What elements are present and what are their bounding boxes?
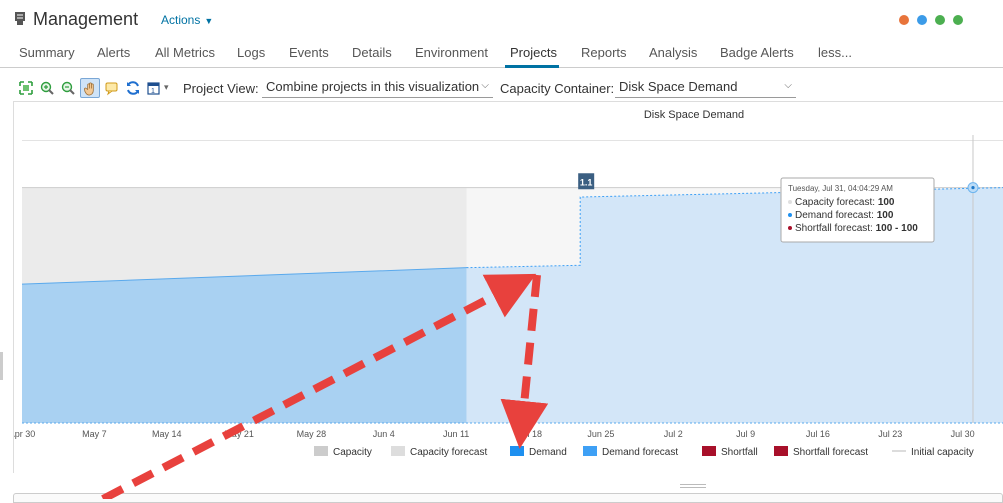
- demand-area: [22, 267, 467, 423]
- legend-item-capacity-forecast: Capacity forecast: [410, 447, 487, 458]
- tooltip-dot: [788, 200, 792, 204]
- project-view-value: Combine projects in this visualization: [266, 79, 480, 94]
- refresh-icon[interactable]: [125, 80, 141, 96]
- tab-badge-alerts[interactable]: Badge Alerts: [720, 45, 794, 60]
- chevron-down-icon: ⌵: [481, 80, 489, 91]
- tab-summary[interactable]: Summary: [19, 45, 75, 60]
- tooltip-row-1: Capacity forecast: 100: [795, 197, 895, 208]
- legend-item-capacity: Capacity: [333, 447, 372, 458]
- server-icon: [15, 12, 25, 25]
- efficiency-status-icon: [935, 15, 945, 25]
- legend-swatch: [314, 446, 328, 456]
- tab-all-metrics[interactable]: All Metrics: [155, 45, 215, 60]
- tab-projects[interactable]: Projects: [510, 45, 557, 60]
- legend-swatch: [583, 446, 597, 456]
- left-panel-resize-handle[interactable]: [0, 352, 3, 380]
- tooltip-row-label: Shortfall forecast:: [795, 223, 876, 234]
- tab-events[interactable]: Events: [289, 45, 329, 60]
- x-tick-label: May 7: [82, 429, 107, 439]
- tooltip-row-3: Shortfall forecast: 100 - 100: [795, 223, 918, 234]
- x-tick-label: May 14: [152, 429, 182, 439]
- legend-swatch: [774, 446, 788, 456]
- x-tick-label: Jun 4: [373, 429, 395, 439]
- capacity-container-label: Capacity Container:: [500, 81, 615, 96]
- legend-item-shortfall-forecast: Shortfall forecast: [793, 447, 868, 458]
- x-tick-label: Jun 18: [515, 429, 542, 439]
- x-tick-label: Apr 30: [14, 429, 35, 439]
- bottom-panel: [13, 493, 1003, 503]
- page-title: Management: [33, 9, 139, 29]
- legend-item-shortfall: Shortfall: [721, 447, 758, 458]
- annotation-label: 1.1: [580, 177, 593, 187]
- tooltip-row-2: Demand forecast: 100: [795, 210, 894, 221]
- chart-toolbar: 1 ▾ Project View: Combine projects in th…: [0, 76, 1003, 100]
- tab-analysis[interactable]: Analysis: [649, 45, 697, 60]
- chart-title: Disk Space Demand: [644, 109, 744, 121]
- legend-item-demand-forecast: Demand forecast: [602, 447, 678, 458]
- actions-label: Actions: [161, 13, 201, 27]
- crosshair-point-center: [971, 186, 975, 190]
- tooltip-row-value: 100 - 100: [876, 223, 919, 234]
- tooltip-dot: [788, 226, 792, 230]
- tab-logs[interactable]: Logs: [237, 45, 265, 60]
- legend-swatch: [702, 446, 716, 456]
- tooltip-timestamp: Tuesday, Jul 31, 04:04:29 AM: [788, 184, 893, 193]
- legend-item-demand: Demand: [529, 447, 567, 458]
- pan-mode-toggle[interactable]: [80, 78, 100, 98]
- health-status-icon: [899, 15, 909, 25]
- legend-swatch: [510, 446, 524, 456]
- tooltip-dot: [788, 213, 792, 217]
- calendar-icon[interactable]: 1: [146, 80, 162, 96]
- x-tick-label: May 21: [224, 429, 254, 439]
- object-header: Management Actions ▼: [0, 0, 1003, 38]
- active-tab-indicator: [505, 65, 559, 68]
- x-tick-label: May 28: [297, 429, 327, 439]
- status-indicators: [899, 15, 963, 25]
- project-view-select[interactable]: Combine projects in this visualization ⌵: [262, 79, 493, 98]
- x-tick-label: Jul 2: [664, 429, 683, 439]
- x-tick-label: Jul 23: [878, 429, 902, 439]
- tab-bar: Summary Alerts All Metrics Logs Events Detail…: [0, 38, 1003, 68]
- tooltip-row-value: 100: [878, 197, 895, 208]
- svg-text:1: 1: [151, 88, 155, 95]
- x-tick-label: Jun 25: [587, 429, 614, 439]
- x-tick-label: Jul 30: [951, 429, 975, 439]
- calendar-chevron-icon[interactable]: ▾: [164, 82, 169, 93]
- tooltip-row-label: Capacity forecast:: [795, 197, 878, 208]
- zoom-to-fit-icon[interactable]: [18, 80, 34, 96]
- tab-details[interactable]: Details: [352, 45, 392, 60]
- zoom-in-icon[interactable]: [39, 80, 55, 96]
- zoom-out-icon[interactable]: [60, 80, 76, 96]
- tab-alerts[interactable]: Alerts: [97, 45, 130, 60]
- project-view-label: Project View:: [183, 81, 259, 96]
- chevron-down-icon: ▼: [204, 16, 214, 26]
- chevron-down-icon: ⌵: [784, 80, 792, 91]
- chart-panel: Disk Space Demand 1.1 Apr 30 May 7 May 14 May…: [9, 101, 1003, 474]
- legend-swatch: [391, 446, 405, 456]
- panel-resize-grip[interactable]: [680, 484, 706, 488]
- annotation-icon[interactable]: [104, 80, 120, 96]
- tooltip-row-label: Demand forecast:: [795, 210, 877, 221]
- pan-hand-icon: [84, 82, 94, 96]
- capacity-container-select[interactable]: Disk Space Demand ⌵: [615, 79, 796, 98]
- actions-menu-button[interactable]: Actions ▼: [161, 13, 213, 27]
- tab-less[interactable]: less...: [818, 45, 852, 60]
- risk-status-icon: [917, 15, 927, 25]
- tooltip-row-value: 100: [877, 210, 894, 221]
- availability-status-icon: [953, 15, 963, 25]
- legend-item-initial-capacity: Initial capacity: [911, 447, 974, 458]
- tab-environment[interactable]: Environment: [415, 45, 488, 60]
- tab-reports[interactable]: Reports: [581, 45, 627, 60]
- x-tick-label: Jun 11: [443, 429, 469, 439]
- x-tick-label: Jul 9: [736, 429, 755, 439]
- capacity-container-value: Disk Space Demand: [619, 79, 738, 94]
- x-tick-label: Jul 16: [806, 429, 830, 439]
- disk-space-demand-chart[interactable]: Disk Space Demand 1.1 Apr 30 May 7 May 14 May…: [9, 102, 1003, 474]
